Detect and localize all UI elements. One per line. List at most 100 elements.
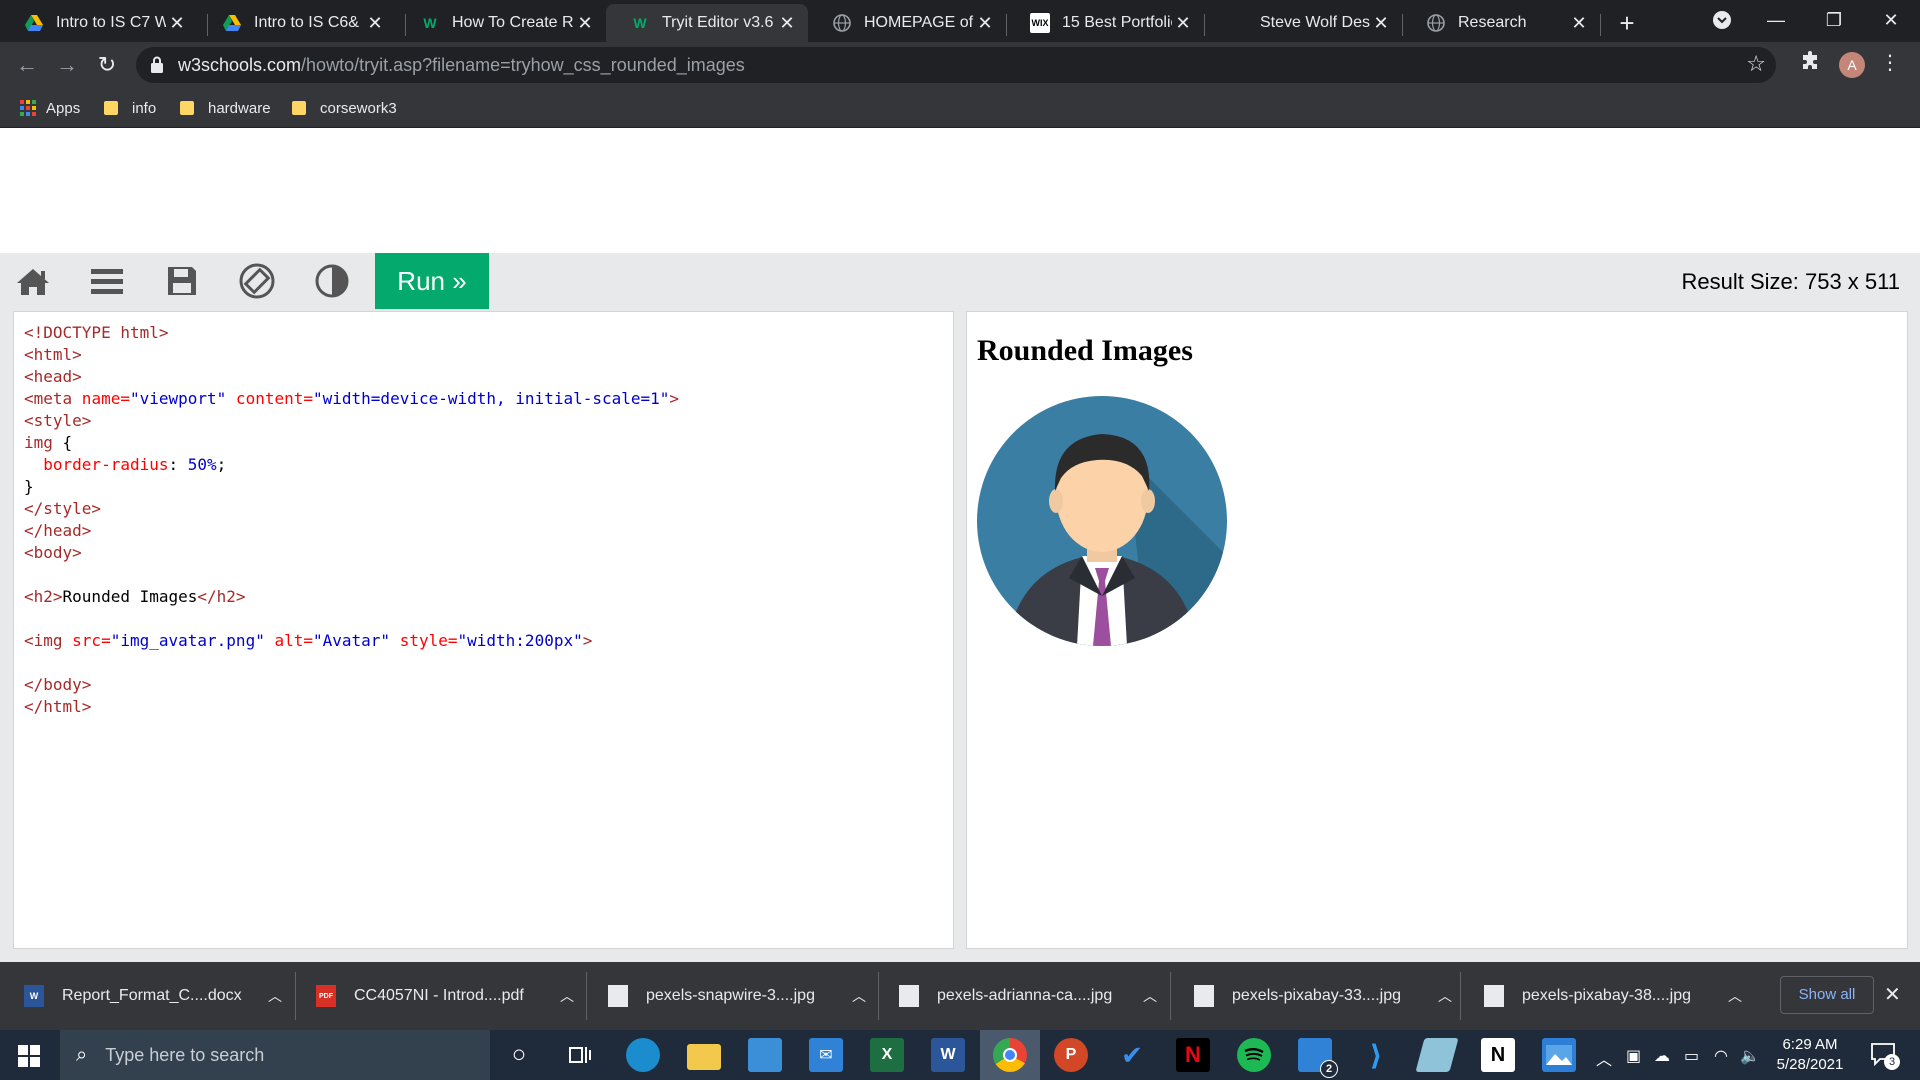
tab-portfolio[interactable]: WIX 15 Best Portfolio ✕ (1006, 4, 1204, 42)
rotate-icon[interactable] (237, 261, 277, 301)
file-explorer-icon[interactable] (687, 1044, 721, 1070)
run-button[interactable]: Run » (375, 253, 489, 309)
forward-button[interactable]: → (50, 48, 84, 82)
volume-icon[interactable]: 🔈 (1740, 1046, 1760, 1066)
lock-icon (150, 56, 164, 74)
bookmark-hardware[interactable]: hardware (180, 96, 271, 120)
google-drive-icon (24, 13, 44, 33)
code-line: </style> (24, 499, 102, 518)
word-icon[interactable]: W (931, 1038, 965, 1072)
image-file-icon (1484, 985, 1504, 1007)
new-tab-button[interactable]: + (1610, 6, 1644, 40)
close-icon[interactable]: ✕ (574, 13, 596, 34)
system-clock[interactable]: 6:29 AM 5/28/2021 (1766, 1035, 1854, 1075)
close-icon[interactable]: ✕ (776, 13, 798, 34)
url-bar[interactable]: w3schools.com/howto/tryit.asp?filename=t… (136, 47, 1776, 83)
back-button[interactable]: ← (10, 48, 44, 82)
excel-icon[interactable]: X (870, 1038, 904, 1072)
download-item[interactable]: W Report_Format_C....docx ︿ (0, 962, 288, 1030)
spotify-icon[interactable] (1237, 1038, 1271, 1072)
bookmark-corsework3[interactable]: corsework3 (292, 96, 397, 120)
code-line: <h2>Rounded Images</h2> (24, 587, 246, 606)
bookmarks-bar: Apps info hardware corsework3 (0, 88, 1920, 128)
avatar-image (977, 396, 1227, 646)
tab-tryit-editor[interactable]: W Tryit Editor v3.6 ✕ (606, 4, 808, 42)
address-toolbar: ← → ↻ w3schools.com/howto/tryit.asp?file… (0, 42, 1920, 88)
chevron-up-icon[interactable]: ︿ (1432, 986, 1458, 1006)
chevron-up-icon[interactable]: ︿ (846, 986, 872, 1006)
show-all-button[interactable]: Show all (1780, 976, 1874, 1014)
tab-search-button[interactable] (1693, 0, 1751, 40)
download-item[interactable]: pexels-adrianna-ca....jpg ︿ (875, 962, 1163, 1030)
notepad-icon[interactable] (1415, 1038, 1459, 1072)
battery-icon[interactable]: ▭ (1684, 1046, 1699, 1066)
onedrive-cloud-icon[interactable]: ☁ (1654, 1046, 1670, 1066)
tab-intro-is-c7[interactable]: Intro to IS C7 Wo ✕ (0, 4, 198, 42)
image-file-icon (608, 985, 628, 1007)
tab-research[interactable]: Research ✕ (1402, 4, 1600, 42)
download-item[interactable]: pexels-snapwire-3....jpg ︿ (584, 962, 872, 1030)
restore-button[interactable]: ❐ (1805, 0, 1863, 40)
code-editor[interactable]: <!DOCTYPE html> <html> <head> <meta name… (13, 311, 954, 949)
reload-button[interactable]: ↻ (90, 48, 124, 82)
result-frame[interactable]: Rounded Images (966, 311, 1908, 949)
menu-icon[interactable] (87, 261, 127, 301)
chevron-up-icon[interactable]: ︿ (554, 986, 580, 1006)
chevron-up-icon[interactable]: ︿ (1722, 986, 1748, 1006)
download-item[interactable]: pexels-pixabay-33....jpg ︿ (1170, 962, 1458, 1030)
cortana-icon[interactable]: ○ (502, 1038, 536, 1072)
kebab-menu-icon[interactable]: ⋮ (1880, 50, 1900, 75)
chrome-icon[interactable] (993, 1038, 1027, 1072)
netflix-icon[interactable]: N (1176, 1038, 1210, 1072)
contrast-icon[interactable] (312, 261, 352, 301)
profile-avatar[interactable]: A (1839, 52, 1865, 78)
url-text: w3schools.com/howto/tryit.asp?filename=t… (178, 55, 745, 75)
files-app-icon[interactable]: 2 (1298, 1038, 1338, 1078)
notification-center-icon[interactable]: 3 (1870, 1042, 1900, 1072)
result-size-label: Result Size: 753 x 511 (1681, 269, 1901, 294)
tab-intro-is-c6[interactable]: Intro to IS C6& C ✕ (198, 4, 396, 42)
mail-icon[interactable]: ✉ (809, 1038, 843, 1072)
close-icon[interactable]: ✕ (364, 13, 386, 34)
meet-now-icon[interactable]: ▣ (1626, 1046, 1641, 1066)
w3schools-icon: W (633, 15, 647, 31)
wix-icon: WIX (1030, 13, 1050, 33)
minimize-button[interactable]: — (1747, 0, 1805, 40)
wifi-icon[interactable]: ◠ (1714, 1046, 1728, 1066)
close-icon[interactable]: ✕ (1568, 13, 1590, 34)
vscode-icon[interactable]: ⟩ (1359, 1038, 1393, 1072)
powerpoint-icon[interactable]: P (1054, 1038, 1088, 1072)
tryit-toolbar: Run » Result Size: 753 x 511 (0, 253, 1920, 309)
home-icon[interactable] (13, 261, 53, 301)
chevron-up-icon[interactable]: ︿ (1137, 986, 1163, 1006)
taskbar-search-input[interactable]: ⌕ Type here to search (60, 1030, 490, 1080)
download-item[interactable]: PDF CC4057NI - Introd....pdf ︿ (292, 962, 580, 1030)
task-view-icon[interactable] (563, 1038, 597, 1072)
close-icon[interactable]: ✕ (1172, 13, 1194, 34)
photos-icon[interactable] (1542, 1038, 1576, 1072)
w3schools-icon: W (423, 15, 437, 31)
todo-check-icon[interactable]: ✔ (1115, 1038, 1149, 1072)
bookmark-apps[interactable]: Apps (20, 96, 80, 120)
bookmark-info[interactable]: info (104, 96, 156, 120)
edge-icon[interactable] (626, 1038, 660, 1072)
store-icon[interactable] (748, 1038, 782, 1072)
chevron-up-icon[interactable]: ︿ (1596, 1046, 1612, 1070)
close-icon[interactable]: ✕ (1370, 13, 1392, 34)
tab-how-to-create[interactable]: W How To Create Ro ✕ (396, 4, 606, 42)
windows-start-icon[interactable] (18, 1045, 40, 1067)
extensions-puzzle-icon[interactable] (1800, 50, 1822, 78)
close-icon[interactable]: ✕ (1884, 982, 1901, 1007)
tab-homepage[interactable]: HOMEPAGE of M ✕ (808, 4, 1006, 42)
bookmark-star-icon[interactable]: ☆ (1746, 51, 1766, 77)
chevron-up-icon[interactable]: ︿ (262, 986, 288, 1006)
close-icon[interactable]: ✕ (166, 13, 188, 34)
code-line: <meta name="viewport" content="width=dev… (24, 389, 680, 408)
notion-icon[interactable]: N (1481, 1038, 1515, 1072)
download-item[interactable]: pexels-pixabay-38....jpg ︿ (1460, 962, 1748, 1030)
tab-steve-wolf[interactable]: Steve Wolf Desig ✕ (1204, 4, 1402, 42)
save-icon[interactable] (162, 261, 202, 301)
close-icon[interactable]: ✕ (974, 13, 996, 34)
close-window-button[interactable]: ✕ (1862, 0, 1920, 40)
